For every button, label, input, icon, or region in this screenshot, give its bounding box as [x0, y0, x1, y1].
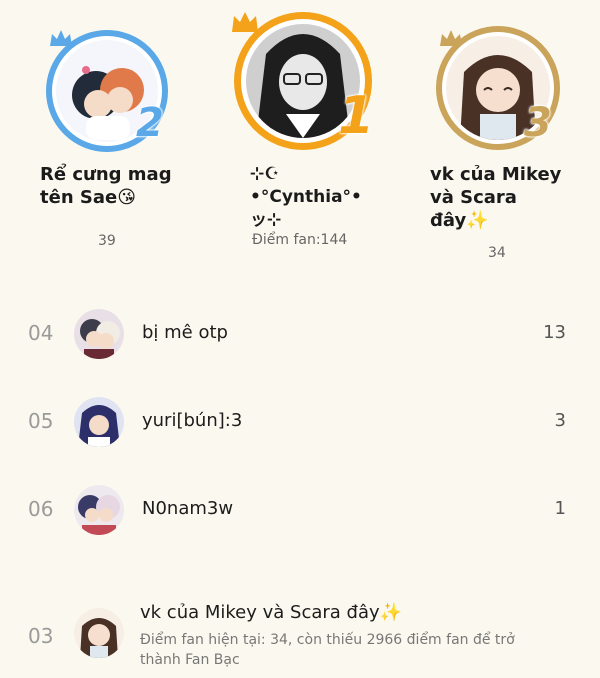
podium-second[interactable]: 2 Rể cưng mag tên Sae😘 39: [0, 0, 200, 260]
podium-score: 34: [488, 245, 506, 261]
podium-first[interactable]: 1 ⊹☪ •°Cynthia°• ッ⊹ Điểm fan:144: [200, 0, 400, 260]
rank-number: 05: [28, 409, 54, 433]
rank-number: 3: [524, 100, 552, 146]
list-item[interactable]: 04 bị mê otp 13: [0, 304, 600, 364]
list-item[interactable]: 05 yuri[bún]:3 3: [0, 392, 600, 452]
podium-name: vk của Mikey và Scara đây✨: [430, 164, 562, 231]
list-name: N0nam3w: [142, 498, 234, 519]
podium: 2 Rể cưng mag tên Sae😘 39 1 ⊹☪ •°Cynthia…: [0, 0, 600, 290]
podium-third[interactable]: 3 vk của Mikey và Scara đây✨ 34: [400, 0, 600, 270]
current-user-name: vk của Mikey và Scara đây✨: [140, 602, 403, 623]
list-item[interactable]: 06 N0nam3w 1: [0, 480, 600, 540]
rank-number: 2: [136, 100, 164, 146]
list-name: yuri[bún]:3: [142, 410, 243, 431]
current-user-rank[interactable]: 03 vk của Mikey và Scara đây✨ Điểm fan h…: [0, 596, 600, 678]
crown-icon: [230, 10, 260, 40]
avatar: [74, 397, 124, 447]
rank-number: 06: [28, 497, 54, 521]
podium-name: ⊹☪ •°Cynthia°• ッ⊹: [250, 164, 362, 230]
list-score: 1: [554, 498, 566, 519]
podium-name: Rể cưng mag tên Sae😘: [40, 164, 172, 208]
avatar: [74, 608, 124, 658]
rank-number: 03: [28, 624, 54, 648]
rank-number: 1: [338, 86, 375, 146]
rank-number: 04: [28, 321, 54, 345]
list-score: 3: [554, 410, 566, 431]
list-score: 13: [543, 322, 566, 343]
list-name: bị mê otp: [142, 322, 228, 343]
podium-score: 39: [98, 233, 116, 249]
avatar: [74, 309, 124, 359]
podium-score: Điểm fan:144: [252, 232, 348, 248]
fan-points-status: Điểm fan hiện tại: 34, còn thiếu 2966 đi…: [140, 632, 515, 668]
avatar: [74, 485, 124, 535]
